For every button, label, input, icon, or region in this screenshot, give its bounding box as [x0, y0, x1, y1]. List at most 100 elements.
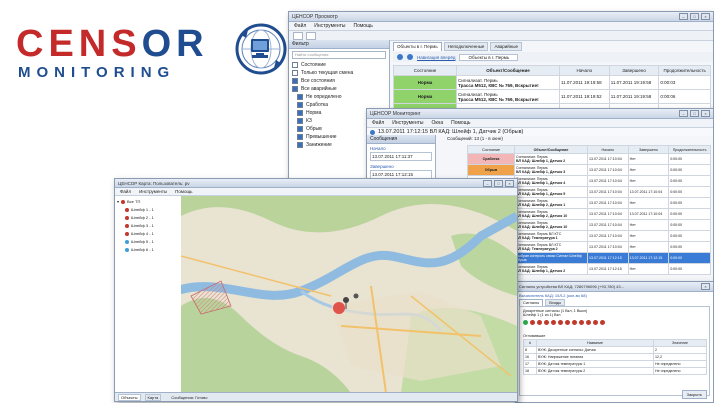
- table-row[interactable]: 18 ВУЖ: Датчик температуры 2 Не определено: [523, 367, 707, 375]
- close-dialog-button[interactable]: Закрыть: [681, 390, 707, 399]
- tree-item[interactable]: Шлейф 4 - 1: [115, 229, 181, 237]
- end-cell: Нет: [627, 153, 670, 165]
- filter-search-input[interactable]: Найти сообщения: [292, 51, 386, 59]
- tree-item[interactable]: Шлейф 2 - 1: [115, 213, 181, 221]
- section-label: Отловившие: [523, 334, 546, 338]
- tab-inputs[interactable]: Входы: [545, 299, 566, 306]
- filter-item[interactable]: Все состояния: [289, 77, 389, 85]
- menu-file[interactable]: Файл: [372, 120, 384, 126]
- table-row[interactable]: 16 ВУЖ: Напряжение питания 12,2: [523, 353, 707, 361]
- status-tab-objects[interactable]: Объекты: [118, 393, 141, 401]
- start-cell: 13.07.2011 17:12:15: [587, 252, 629, 264]
- table-row[interactable]: 8 ВУЖ: Дискретные сигналы: Датчик 2: [523, 346, 707, 354]
- filter-item[interactable]: Состояние: [289, 61, 389, 69]
- duration-cell: 0:00:00: [668, 252, 711, 264]
- filter-checkbox[interactable]: [297, 118, 303, 124]
- duration-cell: 0:00:00: [668, 263, 711, 275]
- filter-checkbox[interactable]: [297, 102, 303, 108]
- start-cell: 13.07.2011 17:10:04: [587, 230, 629, 242]
- map-view[interactable]: [181, 196, 517, 393]
- col-state[interactable]: Состояние: [393, 65, 457, 76]
- col-object[interactable]: Объект/Сообщение: [514, 145, 588, 154]
- filter-checkbox[interactable]: [297, 126, 303, 132]
- maximize-button[interactable]: □: [690, 13, 699, 20]
- menu-help[interactable]: Помощь: [353, 23, 372, 29]
- tree-item[interactable]: ▾ Все ТП: [115, 196, 181, 205]
- viewer-titlebar: ЦЕНСОР Просмотр – □ ×: [289, 12, 713, 22]
- menu-tools[interactable]: Инструменты: [139, 189, 167, 194]
- col-end[interactable]: Завершено: [627, 145, 670, 154]
- menu-file[interactable]: Файл: [294, 23, 306, 29]
- table-row[interactable]: Сработка Сигнализат. Пермь ВЛ КАД: Шлейф …: [467, 153, 711, 165]
- filter-item[interactable]: Только текущая смена: [289, 69, 389, 77]
- col-state[interactable]: Состояние: [467, 145, 515, 154]
- menu-windows[interactable]: Окна: [431, 120, 443, 126]
- filter-checkbox[interactable]: [292, 86, 298, 92]
- tab-alarms[interactable]: Аварийные: [490, 42, 523, 51]
- filter-item[interactable]: Все аварийные: [289, 85, 389, 93]
- menu-help[interactable]: Помощь: [175, 189, 192, 194]
- filter-item[interactable]: Не определено: [289, 93, 389, 101]
- signals-window: Сигналы устройства ВЛ КАД: 7280796096 (+…: [515, 281, 714, 403]
- minimize-button[interactable]: –: [679, 110, 688, 117]
- filter-checkbox[interactable]: [292, 78, 298, 84]
- menu-help[interactable]: Помощь: [451, 120, 470, 126]
- duration-cell: 0:00:06: [658, 89, 711, 104]
- start-cell: 13.07.2011 17:10:04: [587, 175, 629, 187]
- col-end[interactable]: Завершено: [608, 65, 660, 76]
- nav-link[interactable]: Навигация вперёд: [417, 55, 455, 60]
- table-row[interactable]: Обрыв Сигнализат. Пермь ВЛ КАД: Шлейф 1, …: [467, 164, 711, 176]
- col-num[interactable]: #: [523, 339, 537, 347]
- col-object[interactable]: Объект/Сообщение: [456, 65, 560, 76]
- tab-signals[interactable]: Сигналы: [519, 299, 544, 306]
- tree-item[interactable]: Шлейф 6 - 1: [115, 245, 181, 253]
- object-cell: Сигнализат. Пермь ВЛ КАД: Шлейф 1, Датчик…: [514, 153, 588, 165]
- start-label: Начало: [370, 146, 386, 151]
- tab-objects[interactable]: Объекты в г. Пермь: [393, 42, 442, 51]
- back-icon[interactable]: [397, 54, 403, 60]
- filter-checkbox[interactable]: [297, 110, 303, 116]
- close-button[interactable]: ×: [701, 283, 710, 290]
- filter-checkbox[interactable]: [292, 70, 298, 76]
- table-row[interactable]: Норма Сигнализат. Пермь Трасса М512, КВС …: [393, 75, 711, 90]
- print-icon[interactable]: [306, 31, 316, 40]
- menu-tools[interactable]: Инструменты: [314, 23, 345, 29]
- close-button[interactable]: ×: [701, 13, 710, 20]
- table-row[interactable]: 17 ВУЖ: Датчик температуры 1 Не определено: [523, 360, 707, 368]
- table-header: Состояние Объект/Сообщение Начало Заверш…: [393, 65, 711, 76]
- col-value[interactable]: Значение: [653, 339, 707, 347]
- end-cell: 13.07.2011 17:10:04: [627, 186, 670, 198]
- tab-unconnected[interactable]: Неподключенные: [443, 42, 489, 51]
- forward-icon[interactable]: [407, 54, 413, 60]
- col-start[interactable]: Начало: [587, 145, 629, 154]
- menu-tools[interactable]: Инструменты: [392, 120, 423, 126]
- col-name[interactable]: Название: [536, 339, 654, 347]
- maximize-button[interactable]: □: [494, 179, 503, 187]
- maximize-button[interactable]: □: [690, 110, 699, 117]
- filter-checkbox[interactable]: [292, 62, 298, 68]
- close-button[interactable]: ×: [701, 110, 710, 117]
- object-cell: Сигнализат. Пермь ВЛ КТС ВЛ КАД: Температ…: [514, 241, 588, 253]
- expand-icon[interactable]: ▾: [117, 199, 119, 204]
- alarm-marker: [333, 302, 345, 314]
- col-duration[interactable]: Продолжительность: [668, 145, 711, 154]
- tree-item[interactable]: Шлейф 3 - 1: [115, 221, 181, 229]
- col-duration[interactable]: Продолжительность: [658, 65, 711, 76]
- tree-item[interactable]: Шлейф 1 - 1: [115, 205, 181, 213]
- tree-item[interactable]: Шлейф 5 - 1: [115, 237, 181, 245]
- close-button[interactable]: ×: [505, 179, 514, 187]
- filter-checkbox[interactable]: [297, 134, 303, 140]
- minimize-button[interactable]: –: [679, 13, 688, 20]
- location-pin-icon: [343, 297, 349, 303]
- end-cell: 11.07.2011 19:19:58: [608, 89, 660, 104]
- table-row[interactable]: Норма Сигнализат. Пермь Трасса М512, КВС …: [393, 89, 711, 104]
- led-icon: [523, 320, 528, 325]
- filter-checkbox[interactable]: [297, 142, 303, 148]
- filter-checkbox[interactable]: [297, 94, 303, 100]
- status-dot-icon: [125, 223, 129, 228]
- minimize-button[interactable]: –: [483, 179, 492, 187]
- col-start[interactable]: Начало: [559, 65, 610, 76]
- menu-file[interactable]: Файл: [120, 189, 131, 194]
- refresh-icon[interactable]: [293, 31, 303, 40]
- status-tab-map[interactable]: Карта: [144, 393, 162, 401]
